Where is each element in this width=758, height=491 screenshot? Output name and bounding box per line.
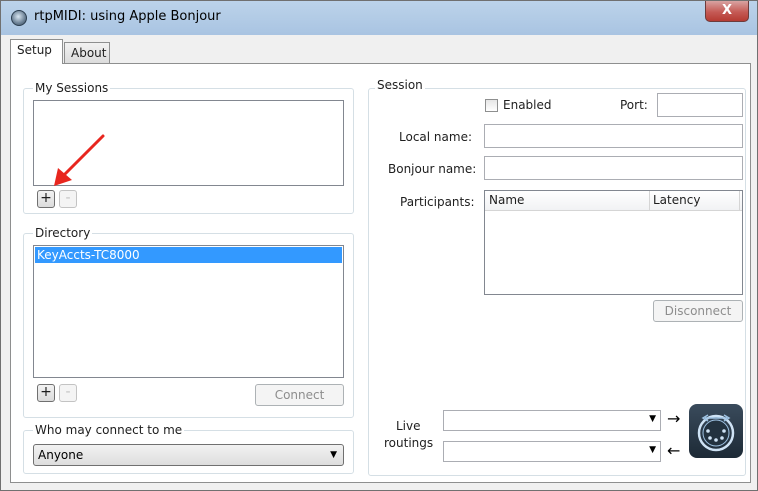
local-name-field[interactable] [484, 124, 743, 148]
enabled-checkbox[interactable] [485, 99, 498, 112]
directory-list[interactable]: KeyAccts-TC8000 [33, 245, 344, 378]
connect-button[interactable]: Connect [255, 384, 344, 406]
add-directory-button[interactable]: + [37, 384, 55, 402]
port-label: Port: [620, 98, 648, 112]
tab-about[interactable]: About [64, 42, 110, 63]
port-field[interactable] [657, 93, 743, 117]
chevron-down-icon: ▼ [649, 445, 656, 455]
app-window: rtpMIDI: using Apple Bonjour X Setup Abo… [0, 0, 758, 491]
window-title: rtpMIDI: using Apple Bonjour [34, 9, 221, 24]
live-routing-out-dropdown[interactable]: ▼ [443, 410, 661, 431]
my-sessions-title: My Sessions [33, 81, 111, 95]
chevron-down-icon: ▼ [649, 414, 656, 424]
participants-list[interactable]: Name Latency [484, 190, 743, 295]
my-sessions-list[interactable] [33, 100, 344, 186]
column-name-header[interactable]: Name [489, 193, 524, 207]
setup-panel: My Sessions + - Directory KeyAccts-TC800… [10, 63, 751, 483]
live-routings-label-line1: Live [396, 419, 421, 433]
enabled-label: Enabled [503, 98, 552, 112]
column-separator [739, 191, 740, 211]
session-title: Session [375, 78, 425, 92]
add-session-button[interactable]: + [37, 190, 55, 208]
local-name-label: Local name: [399, 130, 472, 144]
tab-setup[interactable]: Setup [10, 39, 63, 64]
right-arrow-icon: → [667, 409, 681, 428]
column-latency-header[interactable]: Latency [653, 193, 700, 207]
participants-header: Name Latency [485, 191, 742, 211]
remove-session-button[interactable]: - [59, 190, 77, 208]
directory-item-keyaccts[interactable]: KeyAccts-TC8000 [35, 247, 342, 263]
disconnect-button[interactable]: Disconnect [653, 300, 743, 322]
bonjour-name-label: Bonjour name: [388, 162, 477, 176]
left-arrow-icon: ← [667, 441, 681, 460]
column-separator [649, 191, 650, 211]
rtpmidi-app-icon [11, 10, 27, 26]
who-may-connect-value: Anyone [38, 448, 84, 462]
remove-directory-button[interactable]: - [59, 384, 77, 402]
title-bar[interactable]: rtpMIDI: using Apple Bonjour X [1, 1, 757, 35]
live-routings-label-line2: routings [384, 436, 434, 450]
close-button[interactable]: X [705, 1, 749, 22]
who-may-connect-title: Who may connect to me [33, 423, 185, 437]
chevron-down-icon: ▼ [330, 450, 337, 460]
directory-title: Directory [33, 226, 93, 240]
who-may-connect-dropdown[interactable]: Anyone ▼ [33, 444, 344, 466]
participants-label: Participants: [400, 195, 475, 209]
live-routing-in-dropdown[interactable]: ▼ [443, 441, 661, 462]
bonjour-name-field[interactable] [484, 156, 743, 180]
midi-connector-icon [689, 404, 743, 458]
